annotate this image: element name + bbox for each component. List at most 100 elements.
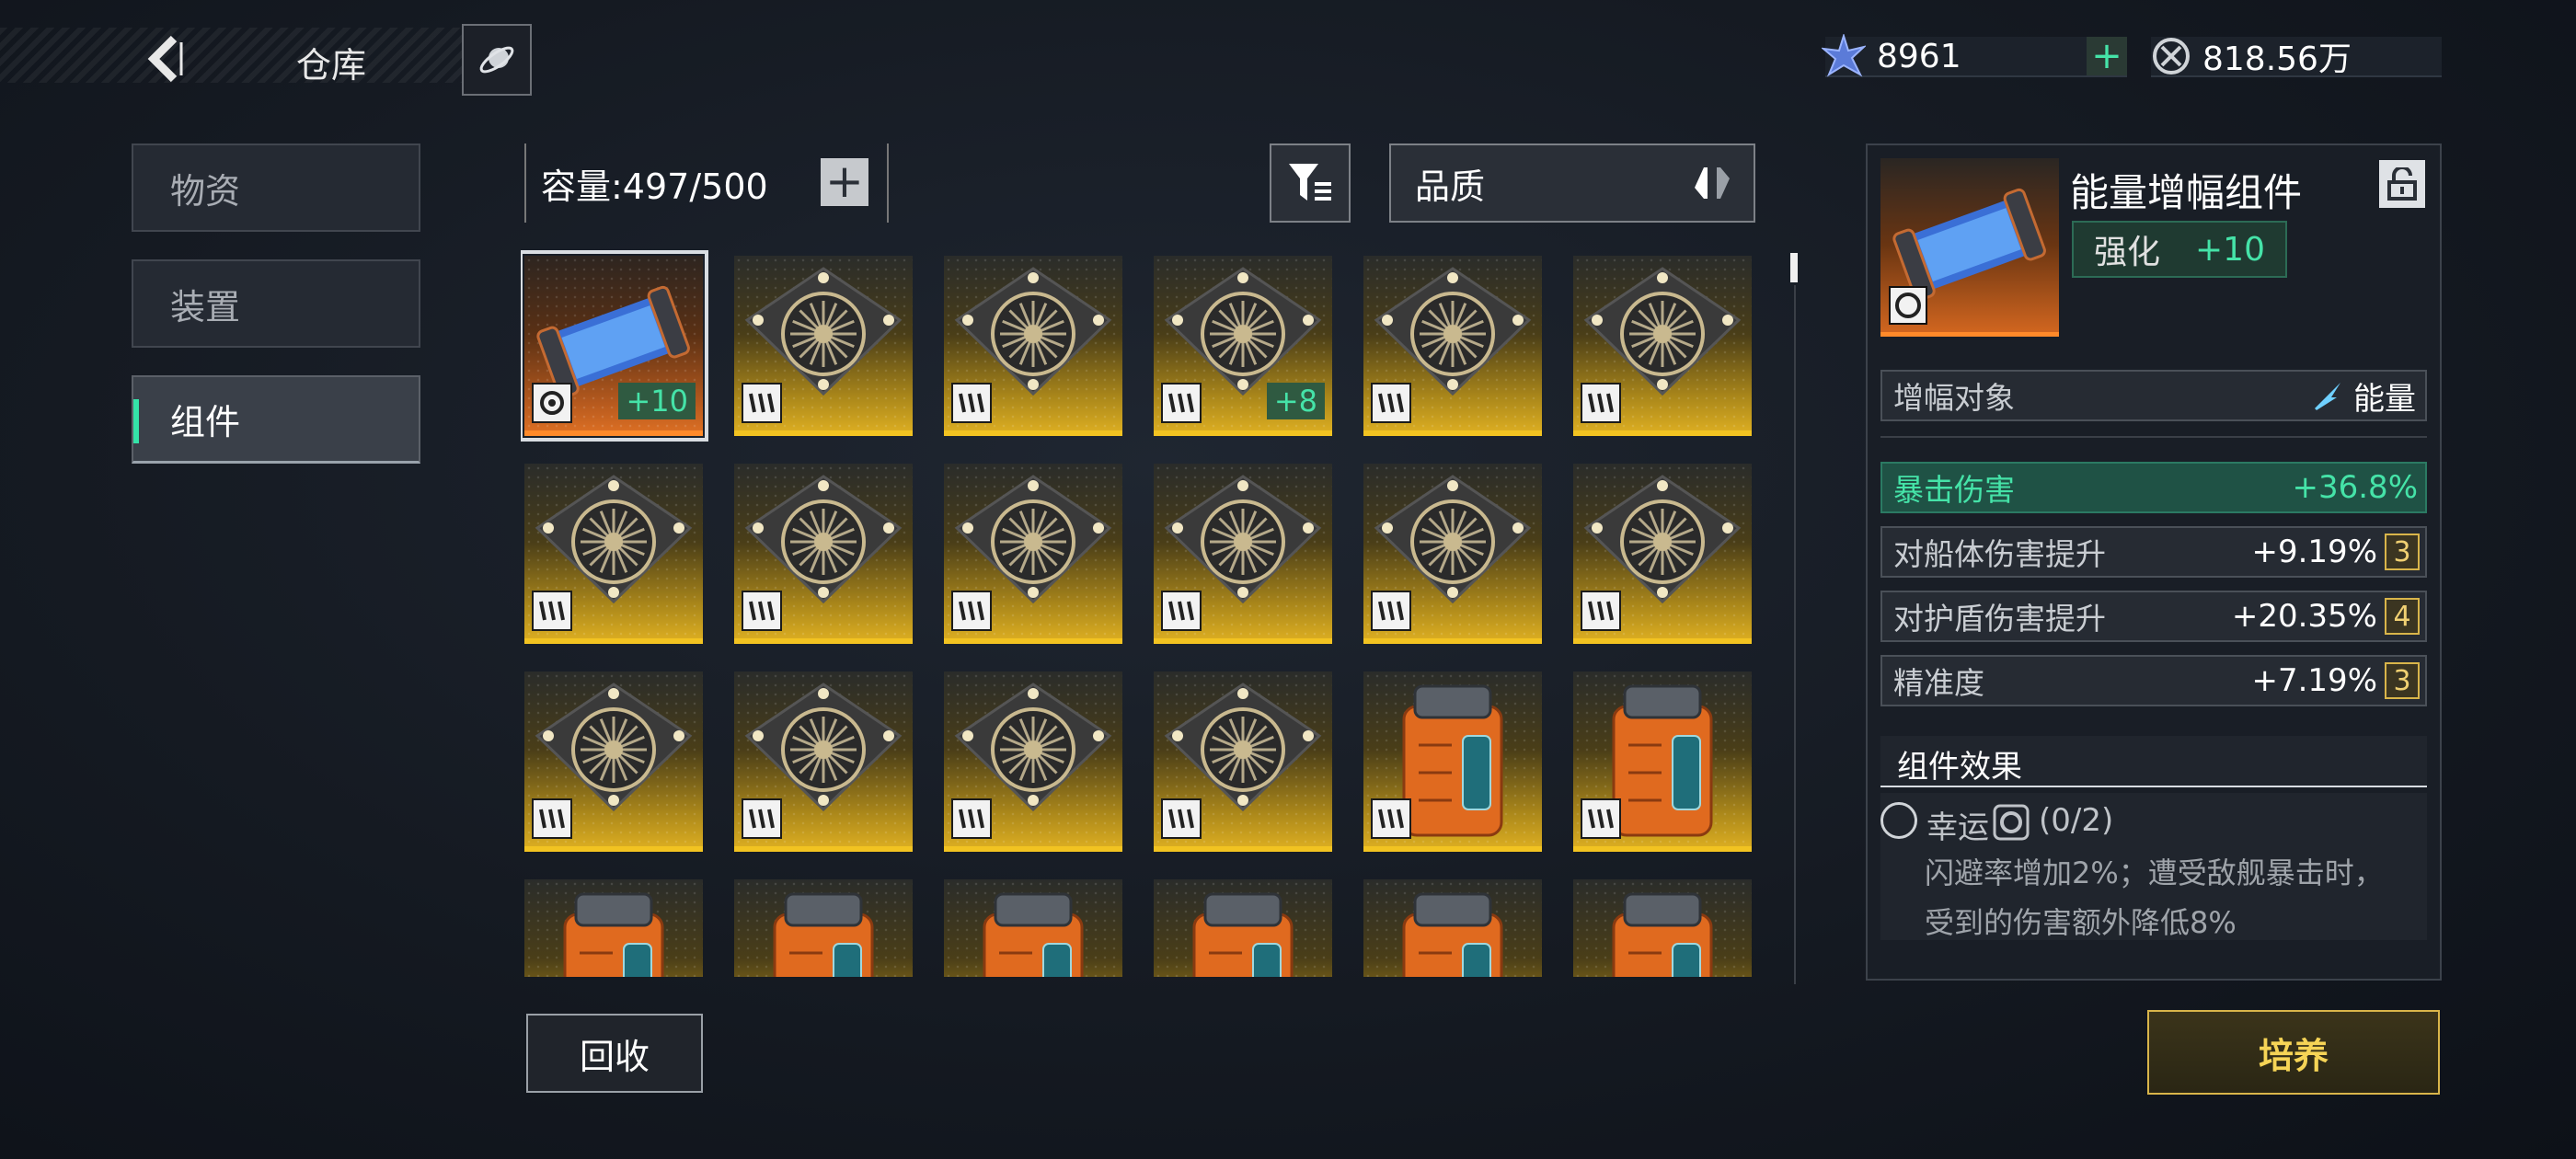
inventory-item[interactable]	[524, 879, 703, 977]
lock-button[interactable]	[2379, 160, 2425, 208]
effect-name: 幸运	[1926, 809, 1989, 846]
weapon-type-icon	[1371, 383, 1411, 423]
sub-stat-label: 对船体伤害提升	[1893, 536, 2106, 572]
inventory-item[interactable]	[1154, 879, 1332, 977]
enhance-label: 强化	[2094, 234, 2161, 271]
inventory-item[interactable]	[1573, 879, 1752, 977]
main-stat-row: 暴击伤害 +36.8%	[1880, 462, 2427, 513]
chevron-left-icon	[147, 35, 183, 83]
divider	[1880, 436, 2427, 438]
weapon-type-icon	[532, 798, 572, 839]
enhance-level: 强化 +10	[2072, 221, 2287, 278]
weapon-type-icon	[1581, 383, 1621, 423]
item-level: +8	[1266, 383, 1325, 419]
grid-scrollbar-thumb[interactable]	[1790, 253, 1798, 282]
tab-label: 物资	[170, 170, 241, 212]
inventory-item[interactable]	[524, 671, 703, 852]
crystal-amount: 8961	[1877, 37, 1961, 75]
inventory-item[interactable]	[1573, 671, 1752, 852]
sort-dropdown[interactable]: 品质	[1389, 143, 1755, 223]
inventory-item[interactable]	[1363, 464, 1542, 644]
inventory-item[interactable]: +8	[1154, 256, 1332, 436]
detail-item-image	[1880, 158, 2059, 337]
sort-order-icon[interactable]	[1693, 164, 1735, 204]
add-crystal-button[interactable]: +	[2087, 37, 2127, 75]
sub-stat-roll-badge: 3	[2385, 662, 2420, 699]
top-bar	[0, 28, 478, 83]
planet-button[interactable]	[462, 24, 532, 96]
weapon-type-icon	[1161, 798, 1202, 839]
main-stat-label: 暴击伤害	[1893, 472, 2015, 508]
inventory-item[interactable]	[944, 879, 1122, 977]
orange-capsule-icon	[563, 892, 664, 977]
weapon-type-icon	[742, 591, 782, 631]
weapon-type-icon	[742, 798, 782, 839]
cultivate-button[interactable]: 培养	[2147, 1010, 2440, 1095]
orange-capsule-icon	[983, 892, 1084, 977]
inventory-item[interactable]	[734, 671, 913, 852]
tab-supplies[interactable]: 物资	[132, 143, 420, 232]
inventory-item[interactable]	[944, 671, 1122, 852]
inventory-item[interactable]	[734, 256, 913, 436]
inventory-item[interactable]	[1363, 879, 1542, 977]
main-stat-value: +36.8%	[2292, 469, 2419, 506]
tab-devices[interactable]: 装置	[132, 259, 420, 348]
inventory-item[interactable]	[1154, 671, 1332, 852]
sub-stat-label: 对护盾伤害提升	[1893, 601, 2106, 637]
capacity-box: 容量:497/500 +	[524, 143, 889, 223]
amplify-target-label: 增幅对象	[1893, 380, 2015, 416]
inventory-item[interactable]	[1573, 464, 1752, 644]
inventory-item[interactable]	[524, 464, 703, 644]
inventory-item[interactable]	[734, 879, 913, 977]
item-level: +10	[618, 383, 696, 419]
expand-capacity-button[interactable]: +	[821, 158, 868, 206]
tab-components[interactable]: 组件	[132, 375, 420, 464]
tab-label: 装置	[170, 286, 241, 327]
cultivate-label: 培养	[2258, 1035, 2329, 1076]
sub-stat-value: +9.19%	[2251, 534, 2378, 570]
inventory-item[interactable]	[1154, 464, 1332, 644]
sub-stat-roll-badge: 3	[2385, 534, 2420, 570]
weapon-type-icon	[742, 383, 782, 423]
enhance-value: +10	[2195, 230, 2265, 269]
inventory-item[interactable]	[1363, 256, 1542, 436]
tab-label: 组件	[170, 402, 241, 442]
recycle-button[interactable]: 回收	[526, 1014, 703, 1093]
amplify-target-value: 能量	[2353, 380, 2416, 418]
inventory-item[interactable]	[734, 464, 913, 644]
energy-canister-icon	[1889, 188, 2046, 325]
sub-stat-row: 精准度 +7.19% 3	[1880, 655, 2427, 706]
inventory-item[interactable]	[944, 256, 1122, 436]
energy-icon	[2315, 383, 2340, 410]
inventory-grid: +10 +8	[521, 250, 1754, 977]
page-title: 仓库	[296, 45, 367, 86]
weapon-type-icon	[1581, 798, 1621, 839]
filter-button[interactable]	[1270, 143, 1351, 223]
weapon-type-icon	[951, 591, 992, 631]
inventory-item[interactable]	[1573, 256, 1752, 436]
weapon-type-icon	[951, 383, 992, 423]
inventory-item[interactable]	[944, 464, 1122, 644]
back-button[interactable]	[138, 33, 193, 85]
unlock-icon	[2387, 167, 2417, 201]
component-type-icon	[1993, 804, 2030, 841]
effect-description: 闪避率增加2%；遭受敌舰暴击时，受到的伤害额外降低8%	[1925, 855, 2384, 940]
weapon-type-icon	[1161, 383, 1202, 423]
weapon-type-icon	[1581, 591, 1621, 631]
grid-scrollbar-track[interactable]	[1794, 285, 1796, 984]
weapon-type-icon	[1161, 591, 1202, 631]
sub-stat-value: +7.19%	[2251, 662, 2378, 699]
effect-status-circle	[1880, 802, 1917, 839]
crystal-icon	[1822, 34, 1866, 77]
component-effect-title: 组件效果	[1897, 749, 2022, 786]
inventory-item[interactable]	[1363, 671, 1542, 852]
filter-icon	[1289, 164, 1331, 201]
orange-capsule-icon	[1612, 892, 1713, 977]
weapon-type-icon	[532, 591, 572, 631]
recycle-label: 回收	[579, 1036, 650, 1077]
crystal-currency: 8961 +	[1822, 34, 2127, 77]
weapon-type-icon	[951, 798, 992, 839]
orange-capsule-icon	[1402, 892, 1503, 977]
coin-amount: 818.56万	[2202, 40, 2352, 78]
inventory-item[interactable]: +10	[521, 250, 708, 442]
